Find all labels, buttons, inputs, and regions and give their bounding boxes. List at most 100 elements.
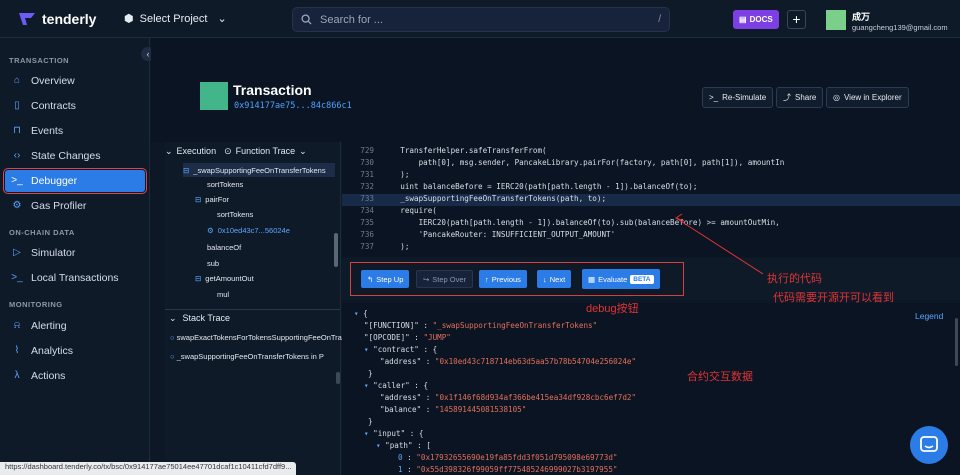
sidebar-item-label: Gas Profiler <box>31 200 87 212</box>
share-button[interactable]: ⤴ Share <box>776 87 824 108</box>
step-over-label: Step Over <box>432 274 467 284</box>
sidebar-item-simulator[interactable]: ▷ Simulator <box>5 242 145 264</box>
collapse-arrow-icon[interactable]: ▾ <box>354 309 359 318</box>
chevron-down-icon: ⌄ <box>217 13 227 25</box>
tab-execution-label: Execution <box>176 146 217 156</box>
legend-link[interactable]: Legend <box>915 311 943 321</box>
re-simulate-label: Re-Simulate <box>722 93 767 102</box>
trace-row[interactable]: mul <box>217 287 229 301</box>
trace-row[interactable]: sortTokens <box>217 207 253 221</box>
chevron-down-icon: ⌄ <box>169 312 177 323</box>
line-text: ); <box>382 242 410 251</box>
stack-trace-header[interactable]: ⌄ Stack Trace <box>165 309 340 326</box>
transaction-hash[interactable]: 0x914177ae75...84c866c1 <box>234 101 352 111</box>
function-value: "_swapSupportingFeeOnTransferTokens" <box>432 321 598 330</box>
collapse-arrow-icon[interactable]: ▾ <box>364 429 369 438</box>
stack-row[interactable]: ○ swapExactTokensForTokensSupportingFeeO… <box>170 333 342 342</box>
previous-button[interactable]: ↑ Previous <box>479 270 527 288</box>
line-number: 733 <box>360 194 374 203</box>
trace-row[interactable]: balanceOf <box>207 240 241 254</box>
trace-row[interactable]: sortTokens <box>207 177 243 191</box>
trace-row-label: 0x10ed43c7...56024e <box>217 225 290 235</box>
annotation-data: 合约交互数据 <box>687 371 753 383</box>
sidebar-item-local-transactions[interactable]: >_ Local Transactions <box>5 267 145 289</box>
sidebar-item-label: Simulator <box>31 247 76 259</box>
step-up-button[interactable]: ↰ Step Up <box>361 270 410 288</box>
step-up-label: Step Up <box>376 274 404 284</box>
line-text: _swapSupportingFeeOnTransferTokens(path,… <box>382 194 607 203</box>
sidebar-item-debugger[interactable]: >_ Debugger <box>3 168 147 194</box>
contract-address-value: "0x10ed43c718714eb63d5aa57b78b54704e2560… <box>434 357 637 366</box>
share-label: Share <box>795 93 817 102</box>
arrow-down-icon: ↓ <box>543 274 547 284</box>
code-line: 730 path[0], msg.sender, PancakeLibrary.… <box>342 158 960 170</box>
cube-icon: ⬢ <box>124 13 134 25</box>
trace-row[interactable]: ⊟ getAmountOut <box>195 271 254 285</box>
line-text: require( <box>382 206 437 215</box>
sidebar-item-label: Events <box>31 125 64 137</box>
json-scrollbar[interactable] <box>955 318 958 366</box>
sidebar-item-alerting[interactable]: ⍾ Alerting <box>5 315 145 337</box>
source-code-view: 729 TransferHelper.safeTransferFrom( 730… <box>342 142 960 257</box>
collapse-arrow-icon[interactable]: ▾ <box>376 441 381 450</box>
json-line: ▾ "input" : { <box>364 429 424 438</box>
json-line: 1 : "0x55d398326f99059ff775485246999027b… <box>398 465 618 474</box>
tab-function-trace-label: Function Trace <box>235 146 296 156</box>
line-number: 734 <box>360 206 374 215</box>
next-button[interactable]: ↓ Next <box>537 270 572 288</box>
sidebar-item-label: Actions <box>31 370 66 382</box>
sidebar-item-overview[interactable]: ⌂ Overview <box>5 70 145 92</box>
step-over-button[interactable]: ↪ Step Over <box>416 270 474 288</box>
annotation-debug: debug按钮 <box>586 303 639 315</box>
stack-row[interactable]: ○ _swapSupportingFeeOnTransferTokens in … <box>170 352 342 361</box>
path-1-value: "0x55d398326f99059ff775485246999027b3197… <box>416 465 618 474</box>
code-line: 735 IERC20(path[path.length - 1]).balanc… <box>342 218 960 230</box>
collapse-arrow-icon[interactable]: ▾ <box>364 345 369 354</box>
trace-row[interactable]: sub <box>207 256 219 270</box>
file-icon: ▯ <box>14 100 20 111</box>
trace-row-label: sortTokens <box>207 179 244 189</box>
stack-scrollbar[interactable] <box>336 372 340 384</box>
evaluate-button[interactable]: ▦ Evaluate BETA <box>582 269 660 289</box>
trace-row[interactable]: ⊟ pairFor <box>195 192 229 206</box>
trace-row[interactable]: ⊟ _swapSupportingFeeOnTransferTokens <box>183 163 335 177</box>
sidebar-item-state-changes[interactable]: ‹› State Changes <box>5 145 145 167</box>
tenderly-logo[interactable]: tenderly <box>18 11 96 27</box>
terminal-icon: >_ <box>709 93 719 102</box>
path-0-value: "0x17932655690e19fa85fdd3f051d795098e697… <box>416 453 618 462</box>
tab-execution[interactable]: ⌄ Execution <box>165 146 216 157</box>
tab-function-trace[interactable]: ⊙ Function Trace ⌄ <box>224 146 307 157</box>
sidebar-item-contracts[interactable]: ▯ Contracts <box>5 95 145 117</box>
avatar[interactable] <box>826 10 846 30</box>
view-in-explorer-button[interactable]: ◎ View in Explorer <box>826 87 909 108</box>
search-input[interactable]: Search for ... / <box>292 7 670 32</box>
trace-scrollbar[interactable] <box>334 233 338 267</box>
play-icon: ▷ <box>13 247 21 258</box>
code-line: 737 ); <box>342 242 960 254</box>
trace-row[interactable]: ⚙ 0x10ed43c7...56024e <box>207 223 290 237</box>
sidebar-item-analytics[interactable]: ⌇ Analytics <box>5 340 145 362</box>
re-simulate-button[interactable]: >_ Re-Simulate <box>702 87 774 108</box>
json-line: ▾ { <box>354 309 368 318</box>
project-selector[interactable]: ⬢ Select Project ⌄ <box>124 12 227 26</box>
sidebar-item-gas-profiler[interactable]: ⚙ Gas Profiler <box>5 195 145 217</box>
globe-icon: ◎ <box>833 93 840 102</box>
collapse-arrow-icon[interactable]: ▾ <box>364 381 369 390</box>
beta-badge: BETA <box>630 274 654 284</box>
sidebar-item-actions[interactable]: λ Actions <box>5 365 145 387</box>
json-line: "balance" : "145891445081538105" <box>380 405 527 414</box>
chat-button[interactable] <box>910 426 948 464</box>
sidebar-item-label: Alerting <box>31 320 67 332</box>
json-line: 0 : "0x17932655690e19fa85fdd3f051d795098… <box>398 453 618 462</box>
line-number: 732 <box>360 182 374 191</box>
trace-row-label: sortTokens <box>217 209 254 219</box>
docs-button[interactable]: ▤ DOCS <box>733 10 779 29</box>
trace-tabs: ⌄ Execution ⊙ Function Trace ⌄ <box>165 143 307 159</box>
search-shortcut: / <box>658 14 661 25</box>
code-line: 729 TransferHelper.safeTransferFrom( <box>342 146 960 158</box>
lambda-icon: λ <box>14 370 20 381</box>
collapse-icon: ⊟ <box>195 194 202 204</box>
add-button[interactable]: + <box>787 10 806 29</box>
line-number: 737 <box>360 242 374 251</box>
sidebar-item-events[interactable]: ⊓ Events <box>5 120 145 142</box>
